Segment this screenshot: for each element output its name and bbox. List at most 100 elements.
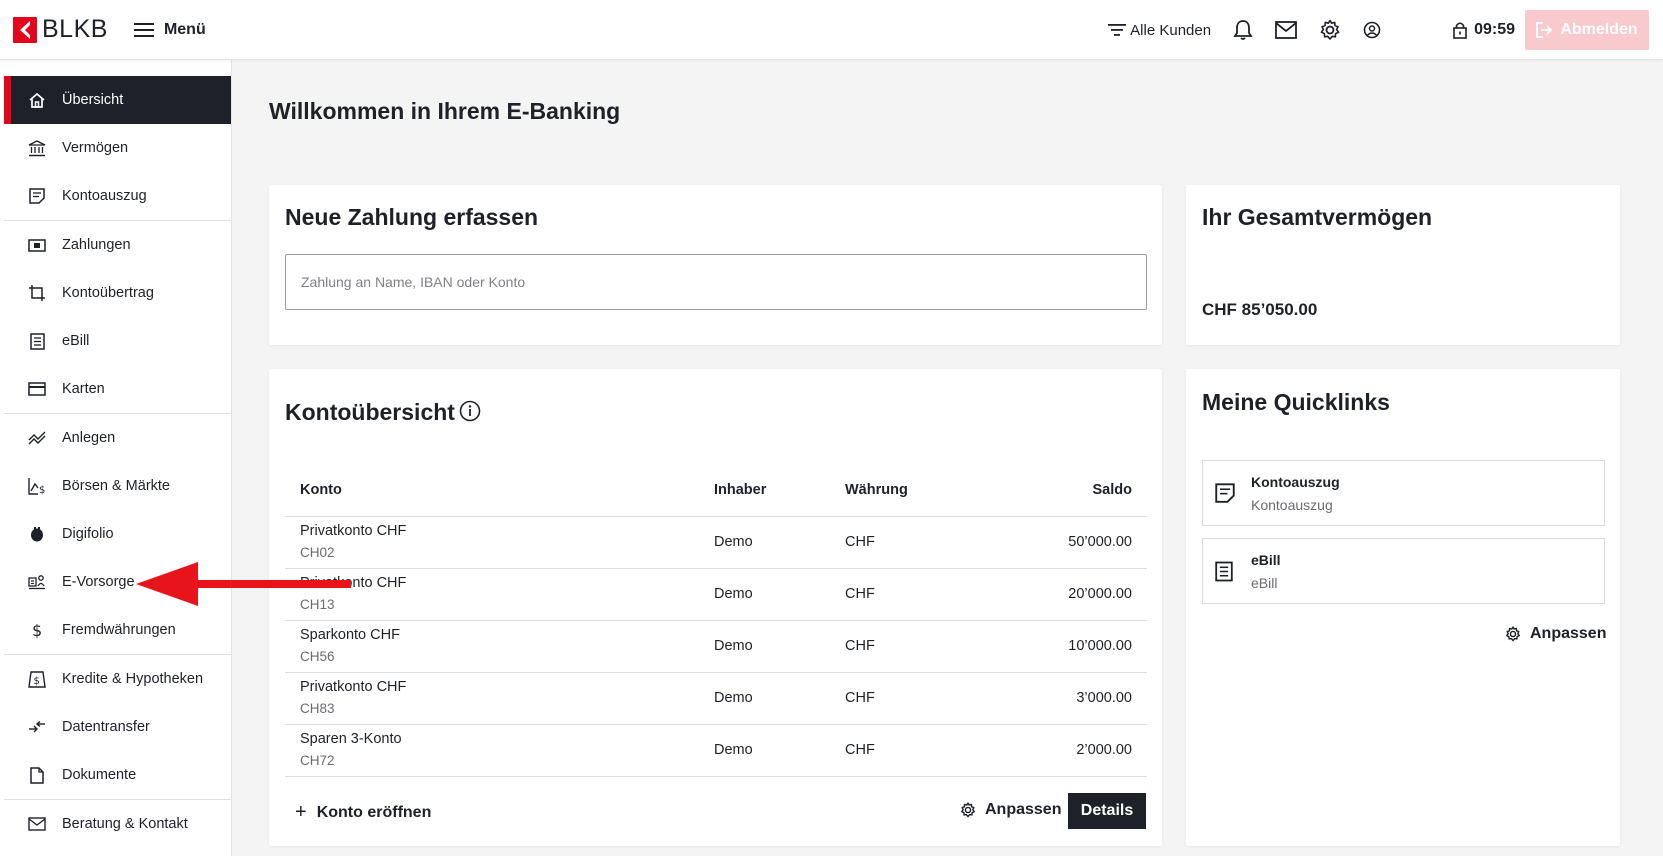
customer-filter[interactable]: Alle Kunden [1108,22,1211,39]
account-balance: 50’000.00 [1068,534,1132,550]
account-currency: CHF [845,742,875,758]
table-divider [285,724,1147,725]
customize-label: Anpassen [1530,625,1607,642]
sidebar-item-digifolio[interactable]: Digifolio [4,510,231,558]
svg-text:$: $ [34,676,40,687]
digifolio-icon [26,526,48,542]
profile-button[interactable] [1363,21,1381,39]
sidebar-item-uebersicht[interactable]: Übersicht [4,76,231,124]
gear-icon [1320,19,1340,40]
column-header-inhaber[interactable]: Inhaber [714,482,766,498]
statement-icon [1215,483,1235,508]
logo-mark-icon [13,16,37,43]
account-currency: CHF [845,638,875,654]
column-header-saldo[interactable]: Saldo [1093,482,1132,498]
blkb-logo[interactable]: BLKB [13,15,108,44]
account-owner: Demo [714,742,753,758]
sidebar-item-label: Übersicht [62,92,124,108]
account-owner: Demo [714,638,753,654]
filter-icon [1108,24,1127,36]
notifications-button[interactable] [1233,19,1253,41]
sidebar-item-vermoegen[interactable]: Vermögen [4,124,231,172]
sidebar-item-datentransfer[interactable]: Datentransfer [4,703,231,751]
account-balance: 10’000.00 [1068,638,1132,654]
total-assets-title: Ihr Gesamtvermögen [1202,204,1433,230]
info-icon[interactable] [459,400,481,427]
plus-icon: + [295,801,307,823]
sidebar-item-label: Kontoauszug [62,188,147,204]
account-currency: CHF [845,534,875,550]
details-button[interactable]: Details [1068,793,1146,829]
table-divider [285,672,1147,673]
home-icon [26,92,48,108]
sidebar-item-zahlungen[interactable]: Zahlungen [4,221,231,269]
sidebar-item-label: Datentransfer [62,719,150,735]
sidebar-item-label: Fremdwährungen [62,622,176,638]
sidebar-item-beratung[interactable]: Beratung & Kontakt [4,800,231,848]
menu-button[interactable]: Menü [133,21,206,39]
sidebar-item-karten[interactable]: Karten [4,365,231,413]
brand-name: BLKB [42,15,108,43]
sidebar-item-fremdwaehrungen[interactable]: $ Fremdwährungen [4,606,231,654]
sidebar-item-boersen[interactable]: $ Börsen & Märkte [4,462,231,510]
account-iban: CH56 [300,649,335,664]
account-name: Privatkonto CHF [300,523,407,539]
sidebar-item-label: Karten [62,381,105,397]
quicklink-subtitle: Kontoauszug [1251,497,1333,513]
account-balance: 3’000.00 [1076,690,1132,706]
open-account-button[interactable]: + Konto eröffnen [295,801,431,824]
messages-button[interactable] [1275,21,1297,39]
customize-quicklinks-button[interactable]: Anpassen [1505,625,1606,643]
sidebar-item-label: Anlegen [62,430,116,446]
quicklinks-card [1186,369,1620,846]
table-divider [285,568,1147,569]
customize-label: Anpassen [985,801,1062,818]
user-icon [1363,21,1381,39]
gear-icon [961,802,975,818]
account-currency: CHF [845,586,875,602]
account-iban: CH83 [300,701,335,716]
table-divider [285,776,1147,777]
transfer-icon [26,284,48,302]
quicklink-title: Kontoauszug [1251,474,1340,490]
sidebar-item-anlegen[interactable]: Anlegen [4,414,231,462]
accounts-card [269,369,1162,846]
settings-button[interactable] [1319,19,1341,41]
market-icon: $ [26,477,48,495]
bank-icon [26,139,48,157]
svg-text:$: $ [32,621,42,639]
sidebar-item-label: E-Vorsorge [62,574,135,590]
sidebar-item-label: Beratung & Kontakt [62,816,188,832]
data-transfer-icon [26,721,48,733]
account-owner: Demo [714,586,753,602]
chart-icon [26,431,48,445]
sidebar-item-ebill[interactable]: eBill [4,317,231,365]
account-owner: Demo [714,690,753,706]
mail-icon [26,817,48,831]
quicklinks-title: Meine Quicklinks [1202,389,1390,415]
hamburger-icon [133,22,154,37]
quicklink-kontoauszug[interactable]: Kontoauszug Kontoauszug [1202,460,1605,526]
column-header-konto[interactable]: Konto [300,482,342,498]
money-icon [26,238,48,252]
customize-accounts-button[interactable]: Anpassen [960,801,1061,819]
pension-icon [26,574,48,590]
session-time: 09:59 [1474,21,1515,38]
sidebar-item-kontouebertrag[interactable]: Kontoübertrag [4,269,231,317]
payment-search-input[interactable] [285,254,1147,310]
mail-icon [1275,21,1297,39]
logout-button[interactable]: Abmelden [1525,10,1649,50]
accounts-title: Kontoübersicht [285,399,455,425]
account-owner: Demo [714,534,753,550]
svg-text:$: $ [39,485,45,495]
quicklink-ebill[interactable]: eBill eBill [1202,538,1605,604]
sidebar-item-kredite[interactable]: $ Kredite & Hypotheken [4,655,231,703]
account-iban: CH02 [300,545,335,560]
sidebar-item-kontoauszug[interactable]: Kontoauszug [4,172,231,220]
column-header-waehrung[interactable]: Währung [845,482,908,498]
sidebar-item-dokumente[interactable]: Dokumente [4,751,231,799]
new-payment-title: Neue Zahlung erfassen [285,204,539,230]
account-balance: 20’000.00 [1068,586,1132,602]
sidebar-item-label: Kontoübertrag [62,285,154,301]
open-account-label: Konto eröffnen [316,803,432,821]
